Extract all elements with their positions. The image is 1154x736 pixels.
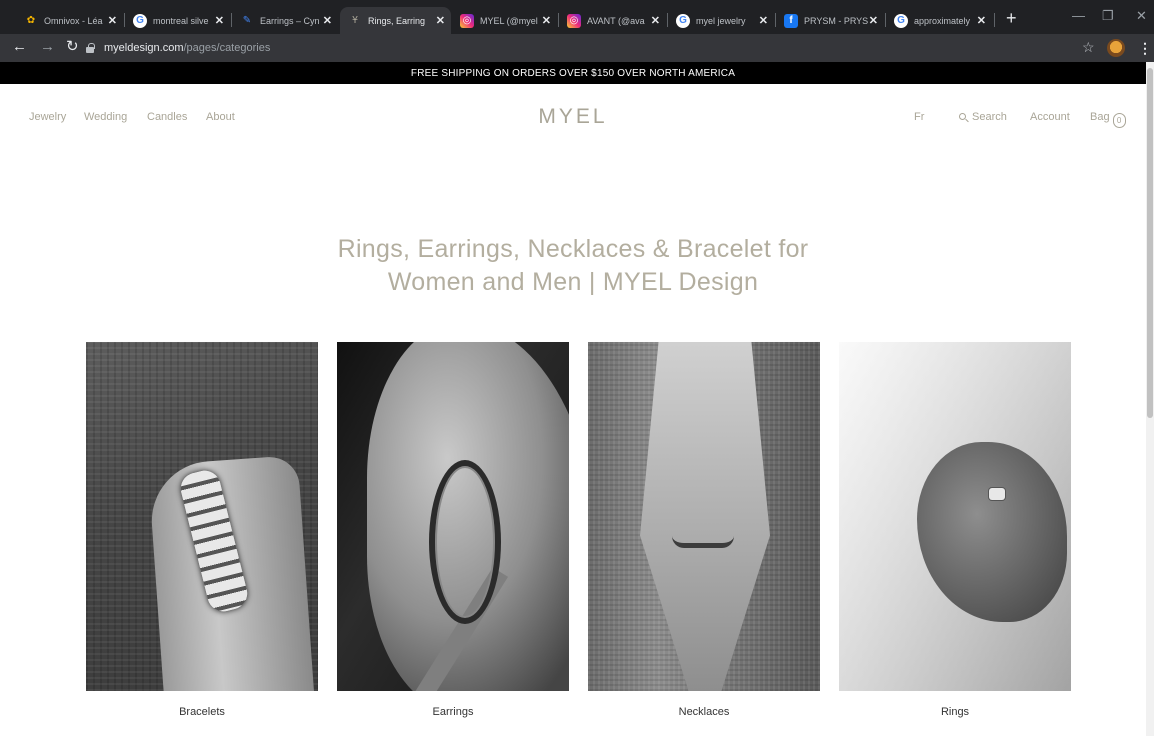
category-label[interactable]: Bracelets <box>86 706 318 718</box>
bookmark-star-icon[interactable]: ☆ <box>1082 39 1095 56</box>
browser-tab-strip: ✿ Omnivox - Léa ✕ G montreal silve ✕ ✎ E… <box>0 0 1154 34</box>
minimize-icon[interactable]: — <box>1072 8 1085 23</box>
close-icon[interactable]: ✕ <box>651 14 660 27</box>
instagram-icon: ◎ <box>567 13 581 28</box>
facebook-icon: f <box>784 13 798 28</box>
reload-icon[interactable]: ↻ <box>66 39 79 55</box>
close-icon[interactable]: ✕ <box>108 14 117 27</box>
necklaces-photo[interactable] <box>588 342 820 691</box>
google-icon: G <box>133 13 147 28</box>
url-path: /pages/categories <box>183 42 271 54</box>
close-icon[interactable]: ✕ <box>759 14 768 27</box>
browser-tab[interactable]: ✿ Omnivox - Léa ✕ <box>16 7 123 34</box>
bracelets-photo[interactable] <box>86 342 318 691</box>
category-card-necklaces[interactable]: Necklaces <box>588 342 820 718</box>
search-link[interactable]: Search <box>959 111 1007 123</box>
page-scrollbar[interactable] <box>1146 62 1154 736</box>
category-card-earrings[interactable]: Earrings <box>337 342 569 718</box>
browser-tab-active[interactable]: Ұ Rings, Earring ✕ <box>340 7 451 34</box>
language-toggle[interactable]: Fr <box>914 111 924 123</box>
address-bar[interactable]: myeldesign.com /pages/categories <box>86 37 1066 59</box>
google-icon: G <box>894 13 908 28</box>
category-label[interactable]: Earrings <box>337 706 569 718</box>
page-title: Rings, Earrings, Necklaces & Bracelet fo… <box>0 233 1146 299</box>
search-label: Search <box>972 111 1007 123</box>
myel-icon: Ұ <box>352 15 358 26</box>
browser-tab[interactable]: f PRYSM - PRYS ✕ <box>776 7 884 34</box>
browser-tab[interactable]: G approximately ✕ <box>886 7 992 34</box>
close-icon[interactable]: ✕ <box>215 14 224 27</box>
browser-tab[interactable]: G montreal silve ✕ <box>125 7 230 34</box>
feather-icon: ✎ <box>242 15 252 26</box>
announcement-bar: FREE SHIPPING ON ORDERS OVER $150 OVER N… <box>0 62 1146 84</box>
category-label[interactable]: Rings <box>839 706 1071 718</box>
back-arrow-icon[interactable]: ← <box>12 39 27 55</box>
close-icon[interactable]: ✕ <box>542 14 551 27</box>
instagram-icon: ◎ <box>460 13 474 28</box>
bag-count-badge: 0 <box>1112 113 1126 128</box>
tab-separator <box>994 13 995 27</box>
close-icon[interactable]: ✕ <box>436 14 445 27</box>
category-card-rings[interactable]: Rings <box>839 342 1071 718</box>
google-icon: G <box>676 13 690 28</box>
profile-avatar[interactable] <box>1107 39 1125 57</box>
browser-tab[interactable]: G myel jewelry ✕ <box>668 7 774 34</box>
bag-link[interactable]: Bag 0 <box>1090 111 1126 128</box>
browser-tab[interactable]: ◎ MYEL (@myel ✕ <box>452 7 557 34</box>
page-title-line-1: Rings, Earrings, Necklaces & Bracelet fo… <box>337 235 809 263</box>
page-title-line-2: Women and Men | MYEL Design <box>387 268 759 296</box>
close-icon[interactable]: ✕ <box>869 14 878 27</box>
category-label[interactable]: Necklaces <box>588 706 820 718</box>
restore-icon[interactable]: ❐ <box>1102 8 1114 24</box>
search-icon <box>959 113 966 120</box>
close-icon[interactable]: ✕ <box>977 14 986 27</box>
browser-tab[interactable]: ✎ Earrings – Cyn ✕ <box>232 7 338 34</box>
earrings-photo[interactable] <box>337 342 569 691</box>
account-link[interactable]: Account <box>1030 111 1070 123</box>
new-tab-icon[interactable]: + <box>1006 9 1017 27</box>
lock-icon <box>86 42 95 53</box>
omnivox-icon: ✿ <box>26 15 36 26</box>
category-card-bracelets[interactable]: Bracelets <box>86 342 318 718</box>
window-close-icon[interactable]: ✕ <box>1136 8 1147 24</box>
browser-toolbar: ← → ↻ myeldesign.com /pages/categories ☆… <box>0 34 1154 62</box>
browser-tab[interactable]: ◎ AVANT (@ava ✕ <box>559 7 666 34</box>
url-host: myeldesign.com <box>104 42 184 54</box>
forward-arrow-icon[interactable]: → <box>40 39 55 55</box>
close-icon[interactable]: ✕ <box>323 14 332 27</box>
bag-label: Bag <box>1090 111 1110 123</box>
scrollbar-thumb[interactable] <box>1147 68 1153 418</box>
menu-kebab-icon[interactable]: ⋮ <box>1138 40 1152 57</box>
rings-photo[interactable] <box>839 342 1071 691</box>
web-page: FREE SHIPPING ON ORDERS OVER $150 OVER N… <box>0 62 1146 736</box>
